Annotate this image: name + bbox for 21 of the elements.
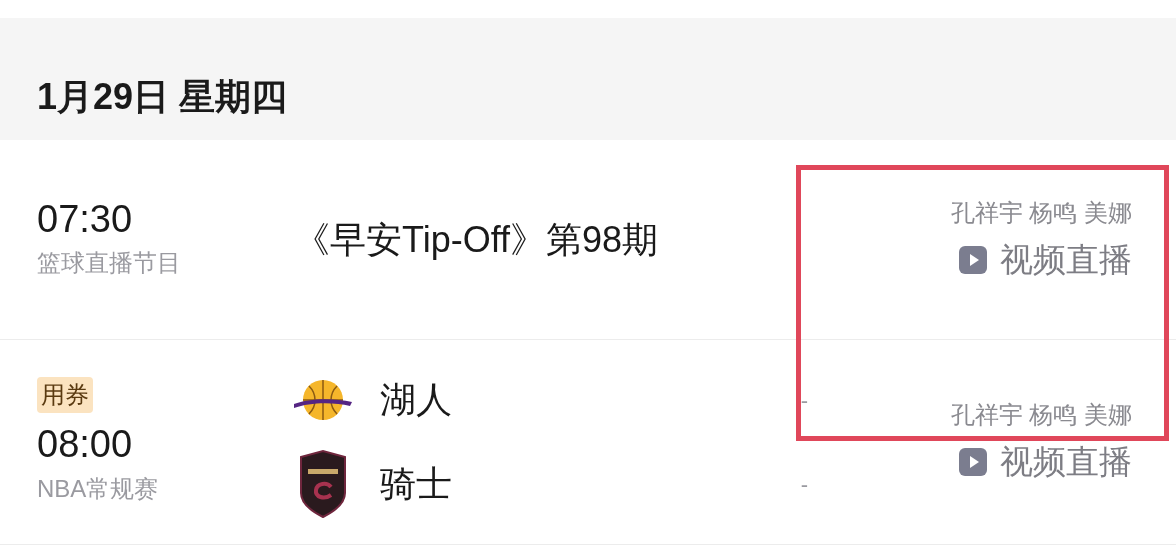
play-icon <box>958 244 988 275</box>
team-score: - <box>800 386 808 415</box>
shield-logo-icon <box>297 449 349 519</box>
video-live-button[interactable]: 视频直播 <box>958 234 1132 285</box>
schedule-row[interactable]: 用券 08:00 NBA常规赛 湖人 - 骑士 - 孔祥宇 杨鸣 美娜 视频直播 <box>0 340 1176 545</box>
play-icon <box>958 447 988 477</box>
team-score: - <box>800 470 808 499</box>
basketball-logo-icon <box>292 377 354 423</box>
team-name: 骑士 <box>380 462 452 506</box>
schedule-row[interactable]: 07:30 篮球直播节目 《早安Tip-Off》第98期 孔祥宇 杨鸣 美娜 视频直播 <box>0 140 1176 340</box>
start-time: 08:00 <box>37 423 133 467</box>
team-name: 湖人 <box>380 378 452 422</box>
program-title: 《早安Tip-Off》第98期 <box>294 217 659 262</box>
category-label: NBA常规赛 <box>37 473 159 504</box>
date-header: 1月29日 星期四 <box>37 75 288 119</box>
coupon-badge: 用券 <box>37 377 93 414</box>
commentators: 孔祥宇 杨鸣 美娜 <box>950 400 1132 431</box>
category-label: 篮球直播节目 <box>37 248 181 279</box>
video-live-button[interactable]: 视频直播 <box>958 437 1132 487</box>
commentators: 孔祥宇 杨鸣 美娜 <box>950 197 1132 228</box>
start-time: 07:30 <box>37 197 133 242</box>
